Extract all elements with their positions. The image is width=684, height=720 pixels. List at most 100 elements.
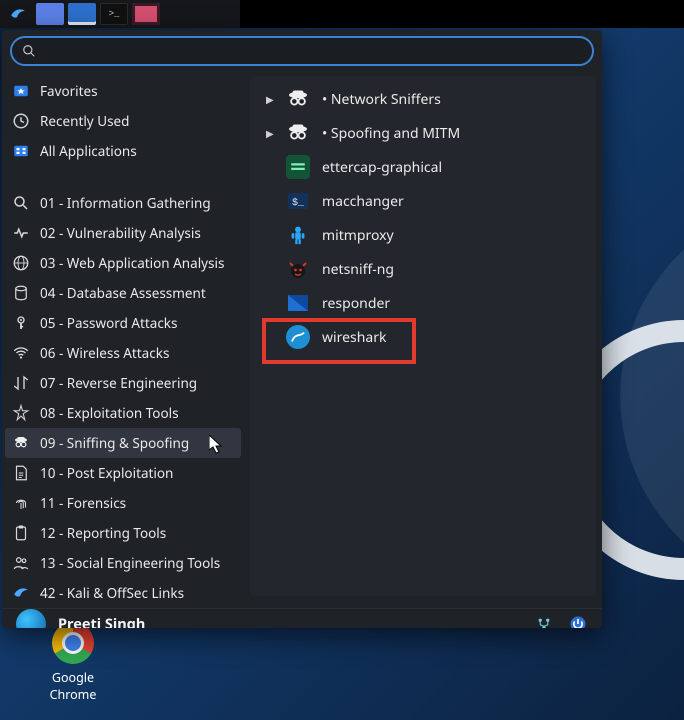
category-02[interactable]: 02 - Vulnerability Analysis [2, 218, 244, 248]
category-label: 11 - Forensics [40, 494, 126, 512]
terminal-button[interactable] [100, 3, 128, 25]
app-label: macchanger [322, 192, 404, 211]
category-13[interactable]: 13 - Social Engineering Tools [2, 548, 244, 578]
app-responder[interactable]: responder [254, 286, 592, 320]
subgroup-network-sniffers[interactable]: ▶ Network Sniffers [254, 82, 592, 116]
app-label: ettercap-graphical [322, 158, 442, 177]
application-menu: Favorites Recently Used All Applications [2, 30, 602, 628]
database-icon [12, 284, 30, 302]
globe-icon [12, 254, 30, 272]
devil-icon [286, 257, 310, 281]
app-netsniff-ng[interactable]: netsniff-ng [254, 252, 592, 286]
subgroup-label: Spoofing and MITM [322, 124, 460, 143]
file-manager-button[interactable] [68, 3, 96, 25]
category-11[interactable]: 11 - Forensics [2, 488, 244, 518]
responder-icon [286, 291, 310, 315]
category-label: 13 - Social Engineering Tools [40, 554, 220, 572]
subgroup-label: Network Sniffers [322, 90, 441, 109]
app-macchanger[interactable]: $_ macchanger [254, 184, 592, 218]
clipboard-icon [12, 524, 30, 542]
person-icon [286, 223, 310, 247]
grid-icon [12, 142, 30, 160]
category-label: 08 - Exploitation Tools [40, 404, 179, 422]
ettercap-icon [286, 155, 310, 179]
terminal-icon: $_ [286, 189, 310, 213]
category-label: 06 - Wireless Attacks [40, 344, 169, 362]
wireshark-icon [286, 325, 310, 349]
category-label: 42 - Kali & OffSec Links [40, 584, 184, 602]
kali-dragon-icon [8, 5, 28, 23]
category-label: 05 - Password Attacks [40, 314, 177, 332]
heartbeat-icon [12, 224, 30, 242]
taskbar-fill [240, 0, 684, 28]
category-04[interactable]: 04 - Database Assessment [2, 278, 244, 308]
category-label: 02 - Vulnerability Analysis [40, 224, 201, 242]
category-label: 09 - Sniffing & Spoofing [40, 434, 189, 452]
category-09[interactable]: 09 - Sniffing & Spoofing [5, 428, 241, 458]
doc-icon [12, 464, 30, 482]
menu-recently-used[interactable]: Recently Used [2, 106, 244, 136]
username-label: Preeti Singh [58, 614, 522, 628]
menu-all-applications[interactable]: All Applications [2, 136, 244, 166]
app-label: mitmproxy [322, 226, 394, 245]
category-label: 10 - Post Exploitation [40, 464, 173, 482]
menu-body: Favorites Recently Used All Applications [2, 72, 602, 608]
chevron-right-icon: ▶ [266, 126, 274, 140]
desktop-icon-chrome[interactable]: Google Chrome [38, 622, 108, 704]
search-container [2, 30, 602, 72]
text-editor-button[interactable] [132, 3, 160, 25]
category-10[interactable]: 10 - Post Exploitation [2, 458, 244, 488]
search-icon [22, 44, 36, 58]
magnifier-icon [12, 194, 30, 212]
category-label: 07 - Reverse Engineering [40, 374, 197, 392]
menu-footer: Preeti Singh [2, 608, 602, 628]
category-03[interactable]: 03 - Web Application Analysis [2, 248, 244, 278]
category-label: 03 - Web Application Analysis [40, 254, 224, 272]
kali-icon [12, 584, 30, 602]
app-label: netsniff-ng [322, 260, 394, 279]
svg-text:$_: $_ [292, 197, 305, 209]
category-07[interactable]: 07 - Reverse Engineering [2, 368, 244, 398]
app-wireshark[interactable]: wireshark [254, 320, 592, 354]
search-input[interactable] [44, 44, 582, 59]
category-label: 12 - Reporting Tools [40, 524, 166, 542]
taskbar [0, 0, 240, 28]
app-label: responder [322, 294, 390, 313]
category-08[interactable]: 08 - Exploitation Tools [2, 398, 244, 428]
menu-favorites[interactable]: Favorites [2, 76, 244, 106]
spy-icon [286, 121, 310, 145]
settings-icon[interactable] [534, 614, 554, 628]
key-icon [12, 314, 30, 332]
category-label: 01 - Information Gathering [40, 194, 211, 212]
chrome-icon [52, 622, 94, 664]
user-avatar[interactable] [16, 609, 46, 628]
power-icon[interactable] [568, 614, 588, 628]
spy-icon [286, 87, 310, 111]
reverse-icon [12, 374, 30, 392]
burst-icon [12, 404, 30, 422]
category-label: 04 - Database Assessment [40, 284, 206, 302]
clock-icon [12, 112, 30, 130]
menu-right-panel: ▶ Network Sniffers ▶ Spoofing and MITM e… [250, 76, 596, 596]
app-mitmproxy[interactable]: mitmproxy [254, 218, 592, 252]
category-01[interactable]: 01 - Information Gathering [2, 188, 244, 218]
search-field[interactable] [10, 36, 594, 66]
category-42[interactable]: 42 - Kali & OffSec Links [2, 578, 244, 608]
app-ettercap[interactable]: ettercap-graphical [254, 150, 592, 184]
desktop-icon-label: Google Chrome [38, 670, 108, 704]
fingerprint-icon [12, 494, 30, 512]
category-05[interactable]: 05 - Password Attacks [2, 308, 244, 338]
category-12[interactable]: 12 - Reporting Tools [2, 518, 244, 548]
app-label: wireshark [322, 328, 386, 347]
show-desktop-button[interactable] [36, 3, 64, 25]
menu-recently-used-label: Recently Used [40, 112, 129, 130]
star-icon [12, 82, 30, 100]
menu-favorites-label: Favorites [40, 82, 98, 100]
subgroup-spoofing-mitm[interactable]: ▶ Spoofing and MITM [254, 116, 592, 150]
start-button[interactable] [4, 3, 32, 25]
wifi-icon [12, 344, 30, 362]
people-icon [12, 554, 30, 572]
category-06[interactable]: 06 - Wireless Attacks [2, 338, 244, 368]
menu-left-column: Favorites Recently Used All Applications [2, 72, 244, 608]
chevron-right-icon: ▶ [266, 92, 274, 106]
